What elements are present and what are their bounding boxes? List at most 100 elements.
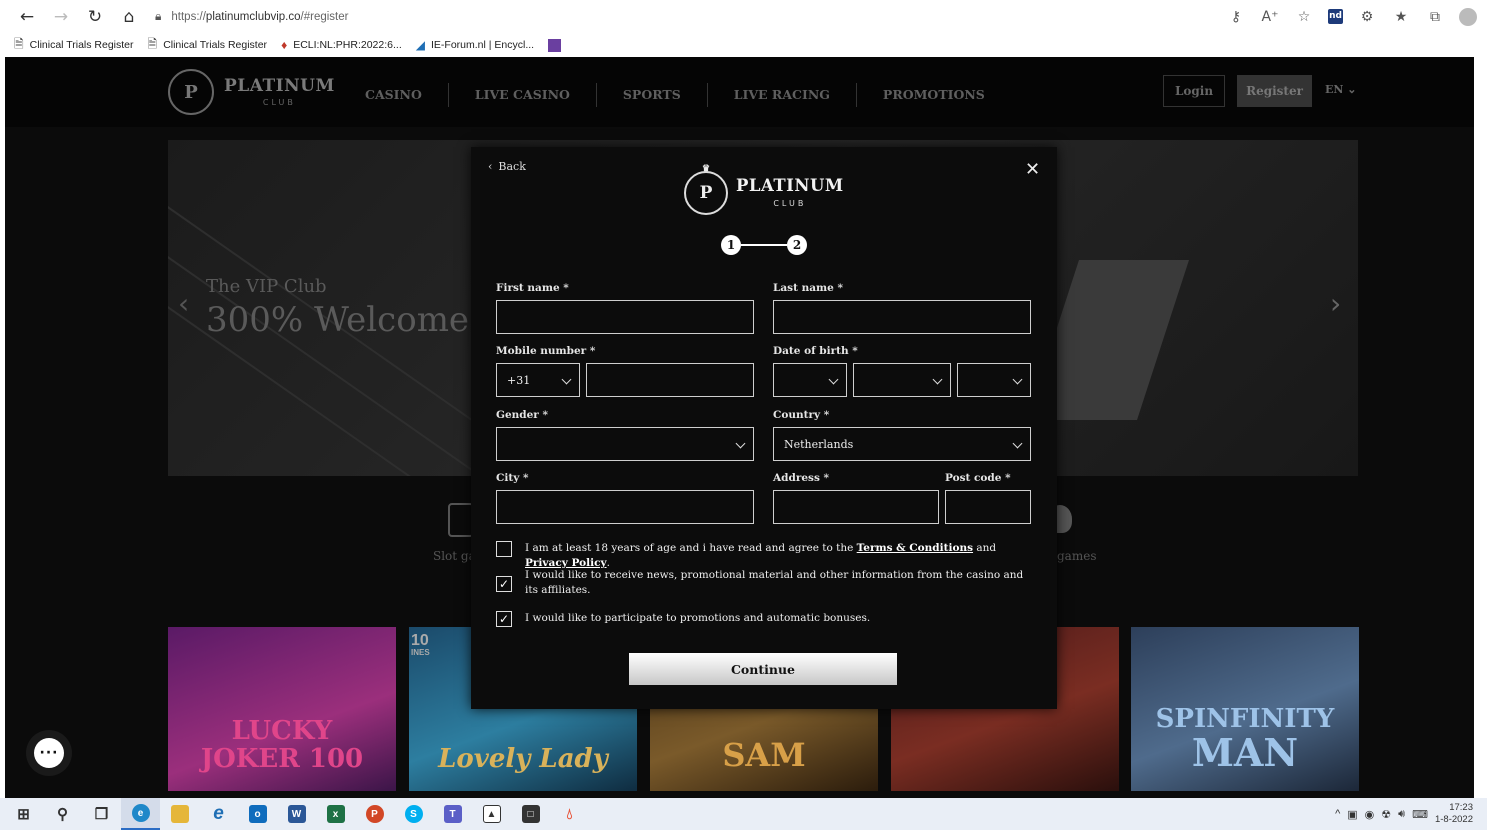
windows-start-icon[interactable]: ⊞ bbox=[4, 798, 43, 830]
chevron-right-icon[interactable]: › bbox=[1330, 287, 1341, 320]
key-icon[interactable]: ⚷ bbox=[1226, 9, 1246, 25]
consent-promo-text: I would like to participate to promotion… bbox=[525, 612, 871, 624]
back-link[interactable]: ‹ Back bbox=[488, 160, 526, 173]
edge-icon[interactable]: e bbox=[121, 798, 160, 830]
consent-promo-checkbox[interactable]: ✓ bbox=[496, 611, 512, 627]
site-logo[interactable]: P PLATINUM CLUB bbox=[168, 69, 335, 115]
teams-icon[interactable]: T bbox=[433, 798, 472, 830]
gender-label: Gender * bbox=[496, 409, 548, 421]
consent-news-checkbox[interactable]: ✓ bbox=[496, 576, 512, 592]
favorite-add-icon[interactable]: ☆ bbox=[1294, 9, 1314, 25]
nav-casino[interactable]: CASINO bbox=[365, 83, 449, 107]
ie-forum-icon: ◢ bbox=[415, 38, 425, 52]
city-field[interactable] bbox=[496, 490, 754, 524]
bookmark-item[interactable] bbox=[548, 38, 562, 52]
wifi-icon[interactable]: ☢ bbox=[1381, 808, 1391, 821]
first-name-field[interactable] bbox=[496, 300, 754, 334]
game-tile-title: LUCKY JOKER 100 bbox=[201, 718, 363, 773]
last-name-field[interactable] bbox=[773, 300, 1031, 334]
game-tile-spinfinity-man[interactable]: SPINFINITY MAN bbox=[1131, 627, 1359, 791]
logo-emblem-icon: P bbox=[168, 69, 214, 115]
consent-news-row: ✓ I would like to receive news, promotio… bbox=[496, 568, 1026, 598]
logo-emblem-icon: ♛ P bbox=[684, 164, 728, 215]
game-tile-lucky-joker[interactable]: LUCKY JOKER 100 bbox=[168, 627, 396, 791]
powerpoint-icon[interactable]: P bbox=[355, 798, 394, 830]
skype-logo: S bbox=[404, 805, 423, 823]
chevron-left-icon[interactable]: ‹ bbox=[178, 287, 189, 320]
collections-icon[interactable]: ⧉ bbox=[1425, 9, 1445, 25]
lines-label: INES bbox=[411, 648, 430, 657]
registration-stepper: 1 2 bbox=[721, 235, 807, 255]
dob-year-select[interactable] bbox=[957, 363, 1031, 397]
lock-icon: 🔒︎ bbox=[155, 9, 162, 23]
tray-app-icon[interactable]: ▣ bbox=[1347, 808, 1357, 821]
address-field[interactable] bbox=[773, 490, 939, 524]
banner-title: 300% Welcome bbox=[206, 300, 470, 340]
bookmark-item[interactable]: 🗎︎ Clinical Trials Register bbox=[148, 35, 268, 56]
internet-explorer-icon[interactable]: e bbox=[199, 798, 238, 830]
modal-logo-sub: CLUB bbox=[773, 198, 807, 208]
back-arrow-icon[interactable]: ← bbox=[10, 3, 44, 31]
game-tile-title: SPINFINITY MAN bbox=[1156, 705, 1335, 773]
dob-day-select[interactable] bbox=[773, 363, 847, 397]
extensions-icon[interactable]: ⚙ bbox=[1357, 9, 1377, 25]
city-label: City * bbox=[496, 472, 529, 484]
dob-month-select[interactable] bbox=[853, 363, 951, 397]
lines-badge: 10 INES bbox=[411, 633, 430, 657]
terms-link[interactable]: Terms & Conditions bbox=[857, 542, 973, 554]
logo-text: PLATINUM bbox=[224, 75, 335, 96]
search-icon[interactable]: ⚲ bbox=[43, 798, 82, 830]
page-icon: 🗎︎ bbox=[14, 36, 24, 51]
bookmark-item[interactable]: ◢ IE-Forum.nl | Encycl... bbox=[416, 38, 534, 52]
bookmark-item[interactable]: ♦ ECLI:NL:PHR:2022:6... bbox=[281, 38, 402, 52]
clock-date: 1-8-2022 bbox=[1434, 814, 1473, 825]
app-logo: □ bbox=[521, 805, 540, 823]
excel-logo: x bbox=[326, 805, 345, 823]
keyboard-icon[interactable]: ⌨ bbox=[1412, 808, 1428, 821]
photos-icon[interactable]: ▲ bbox=[472, 798, 511, 830]
header-register-button[interactable]: Register bbox=[1237, 75, 1312, 107]
favorites-icon[interactable]: ★ bbox=[1391, 9, 1411, 25]
address-bar[interactable]: 🔒︎ https://platinumclubvip.co/#register bbox=[155, 4, 1185, 29]
language-selector[interactable]: EN ⌄ bbox=[1325, 83, 1357, 96]
mobile-number-field[interactable] bbox=[586, 363, 754, 397]
chevron-up-icon[interactable]: ^ bbox=[1335, 808, 1340, 820]
excel-icon[interactable]: x bbox=[316, 798, 355, 830]
refresh-icon[interactable]: ↻ bbox=[78, 3, 112, 31]
forward-arrow-icon[interactable]: → bbox=[44, 3, 78, 31]
gender-select[interactable] bbox=[496, 427, 754, 461]
nav-live-racing[interactable]: LIVE RACING bbox=[708, 83, 857, 107]
nav-live-casino[interactable]: LIVE CASINO bbox=[449, 83, 597, 107]
system-clock[interactable]: 17:23 1-8-2022 bbox=[1435, 802, 1473, 826]
chevron-down-icon: ⌄ bbox=[1347, 83, 1357, 96]
consent-age-checkbox[interactable] bbox=[496, 541, 512, 557]
tray-app-icon[interactable]: ◉ bbox=[1365, 808, 1375, 821]
app-icon[interactable]: □ bbox=[511, 798, 550, 830]
consent-promo-row: ✓ I would like to participate to promoti… bbox=[496, 611, 1026, 627]
bookmark-item[interactable]: 🗎︎ Clinical Trials Register bbox=[14, 35, 134, 56]
chat-button[interactable]: ··· bbox=[26, 730, 72, 776]
nd-extension-icon[interactable]: nd bbox=[1328, 9, 1343, 24]
header-login-button[interactable]: Login bbox=[1163, 75, 1225, 107]
browser-toolbar: ← → ↻ ⌂ 🔒︎ https://platinumclubvip.co/#r… bbox=[0, 0, 1487, 33]
skype-icon[interactable]: S bbox=[394, 798, 433, 830]
dial-code-select[interactable]: +31 bbox=[496, 363, 580, 397]
category-games[interactable]: games bbox=[1057, 549, 1096, 563]
category-slot-games[interactable]: Slot ga bbox=[433, 549, 476, 563]
file-explorer-icon[interactable] bbox=[160, 798, 199, 830]
country-select[interactable]: Netherlands bbox=[773, 427, 1031, 461]
read-aloud-icon[interactable]: A⁺ bbox=[1260, 9, 1280, 25]
volume-icon[interactable]: 🔊︎ bbox=[1398, 808, 1405, 821]
paint-icon[interactable]: 💧︎ bbox=[550, 798, 589, 830]
outlook-icon[interactable]: o bbox=[238, 798, 277, 830]
postcode-field[interactable] bbox=[945, 490, 1031, 524]
continue-button[interactable]: Continue bbox=[629, 653, 897, 685]
word-icon[interactable]: W bbox=[277, 798, 316, 830]
consent-age-row: I am at least 18 years of age and i have… bbox=[496, 541, 1026, 571]
nav-sports[interactable]: SPORTS bbox=[597, 83, 708, 107]
home-icon[interactable]: ⌂ bbox=[112, 3, 146, 31]
task-view-icon[interactable]: ❐ bbox=[82, 798, 121, 830]
nav-promotions[interactable]: PROMOTIONS bbox=[857, 83, 1011, 107]
profile-icon[interactable] bbox=[1459, 7, 1477, 26]
close-icon[interactable]: ✕ bbox=[1025, 159, 1040, 180]
